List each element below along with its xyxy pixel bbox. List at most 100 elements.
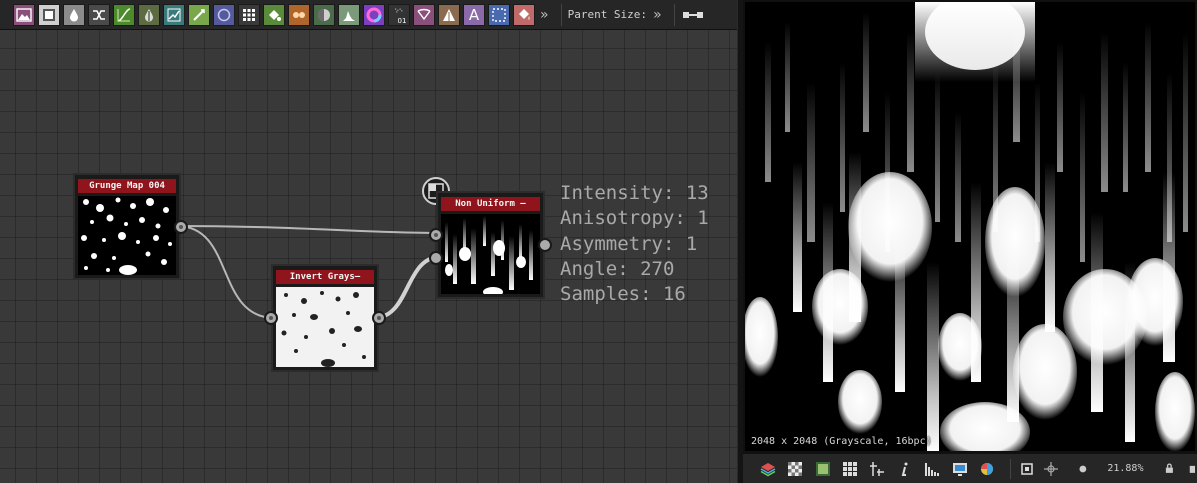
svg-icon xyxy=(43,8,55,21)
fill-node-button[interactable] xyxy=(263,3,285,26)
more-nodes-button[interactable]: » xyxy=(540,7,549,23)
transform-node-button[interactable] xyxy=(413,3,435,26)
shuffle-node-button[interactable] xyxy=(88,3,110,26)
paint-node-button[interactable] xyxy=(513,3,535,26)
param-angle: Angle: 270 xyxy=(560,257,675,280)
node-thumbnail xyxy=(276,287,374,367)
layers-button[interactable] xyxy=(757,458,778,480)
triangle-node-button[interactable] xyxy=(438,3,460,26)
output-port[interactable] xyxy=(372,311,386,325)
grid-icon xyxy=(243,8,255,21)
2d-view-image[interactable]: 2048 x 2048 (Grayscale, 16bpc) xyxy=(745,2,1195,451)
svg-node-button[interactable] xyxy=(38,3,60,26)
node-thumbnail xyxy=(78,196,176,275)
shape-node-button[interactable] xyxy=(213,3,235,26)
tiling-button[interactable] xyxy=(839,458,860,480)
node-toolbar: 01 A » Parent Size: » xyxy=(0,0,737,30)
zoom-level[interactable]: 21.88% xyxy=(1107,463,1143,474)
blur-drop-icon xyxy=(145,8,153,21)
sample-button[interactable] xyxy=(867,458,888,480)
sample-icon xyxy=(870,461,885,476)
noise-icon xyxy=(395,8,403,12)
color-node-button[interactable] xyxy=(363,3,385,26)
selection-icon xyxy=(492,7,506,22)
toolbar-separator xyxy=(560,3,562,26)
tile-node-button[interactable] xyxy=(238,3,260,26)
output-port[interactable] xyxy=(538,238,552,252)
shuffle-icon xyxy=(93,9,105,20)
gradient-node-button[interactable] xyxy=(188,3,210,26)
display-button[interactable] xyxy=(949,458,970,480)
sphere-node-button[interactable] xyxy=(313,3,335,26)
curve-icon xyxy=(117,7,131,22)
node-invert-grayscale[interactable]: Invert Grays— xyxy=(264,264,386,372)
color-picker-button[interactable] xyxy=(976,458,997,480)
parent-size-label: Parent Size: xyxy=(567,8,648,21)
triangle-icon xyxy=(443,8,455,21)
color-wheel-icon xyxy=(366,7,382,22)
histogram-view-icon xyxy=(925,462,940,476)
parent-size-more-button[interactable]: » xyxy=(653,7,662,23)
text-icon: A xyxy=(468,5,480,24)
warp-node-button[interactable] xyxy=(163,3,185,26)
drop-node-button[interactable] xyxy=(63,3,85,26)
blur-node-button[interactable] xyxy=(138,3,160,26)
pan-icon xyxy=(1043,461,1058,476)
graph-panel[interactable]: 01 A » Parent Size: » Grunge Map 004 Inv… xyxy=(0,0,737,483)
circle-icon xyxy=(217,8,231,21)
checker-button[interactable] xyxy=(784,458,805,480)
histogram-node-button[interactable] xyxy=(338,3,360,26)
node-grunge-map[interactable]: Grunge Map 004 xyxy=(73,173,188,280)
selection-node-button[interactable] xyxy=(488,3,510,26)
input-port-2[interactable] xyxy=(429,251,443,265)
node-parameters: Intensity: 13 Anisotropy: 1 Asymmetry: 1… xyxy=(560,181,709,307)
info-button[interactable] xyxy=(894,458,915,480)
input-port-1[interactable] xyxy=(429,228,443,242)
color-picker-icon xyxy=(981,462,994,475)
transform-icon xyxy=(417,8,431,20)
wire-grunge-to-invert xyxy=(176,225,276,319)
lock-icon[interactable] xyxy=(1165,463,1174,474)
node-non-uniform-blur[interactable]: Non Uniform — xyxy=(429,191,552,299)
color-channel-button[interactable] xyxy=(812,458,833,480)
input-port[interactable] xyxy=(264,311,278,325)
link-icon[interactable] xyxy=(682,10,703,20)
tiling-grid-icon xyxy=(842,461,857,476)
pan-button[interactable] xyxy=(1040,458,1061,480)
output-port[interactable] xyxy=(174,220,188,234)
curve-node-button[interactable] xyxy=(113,3,135,26)
warp-icon xyxy=(167,8,181,21)
param-asymmetry: Asymmetry: 1 xyxy=(560,232,698,255)
node-thumbnail xyxy=(441,214,540,294)
fit-icon xyxy=(1021,462,1034,475)
node-title: Grunge Map 004 xyxy=(78,179,176,193)
blurred-texture-preview xyxy=(745,2,1195,451)
sphere-icon xyxy=(318,8,330,21)
toolbar-separator-2 xyxy=(673,3,675,26)
blend-icon xyxy=(293,11,305,18)
gradient-icon xyxy=(193,8,205,21)
2d-view-toolbar: 21.88% xyxy=(743,453,1197,483)
2d-view-panel[interactable]: 2048 x 2048 (Grayscale, 16bpc) 21.88% xyxy=(743,0,1197,483)
zoom-out-icon[interactable] xyxy=(1078,464,1088,474)
histogram-icon xyxy=(343,10,355,21)
fill-icon xyxy=(269,9,281,21)
param-anisotropy: Anisotropy: 1 xyxy=(560,207,709,230)
drop-icon xyxy=(70,8,78,21)
wire-invert-to-nonuniform xyxy=(373,255,441,320)
pin-icon[interactable] xyxy=(1188,463,1197,474)
bitmap-icon xyxy=(16,7,32,22)
blend-node-button[interactable] xyxy=(288,3,310,26)
bitmap-node-button[interactable] xyxy=(13,3,35,26)
node-title: Invert Grays— xyxy=(276,270,374,284)
histogram-button[interactable] xyxy=(922,458,943,480)
checker-icon xyxy=(788,461,803,476)
param-samples: Samples: 16 xyxy=(560,283,686,306)
param-intensity: Intensity: 13 xyxy=(560,182,709,204)
text-node-button[interactable]: A xyxy=(463,3,485,26)
display-icon xyxy=(952,462,967,476)
resolution-label: 2048 x 2048 (Grayscale, 16bpc) xyxy=(751,436,932,447)
fit-button[interactable] xyxy=(1017,458,1038,480)
color-channel-icon xyxy=(815,461,830,476)
noise-node-button[interactable]: 01 xyxy=(388,3,410,26)
